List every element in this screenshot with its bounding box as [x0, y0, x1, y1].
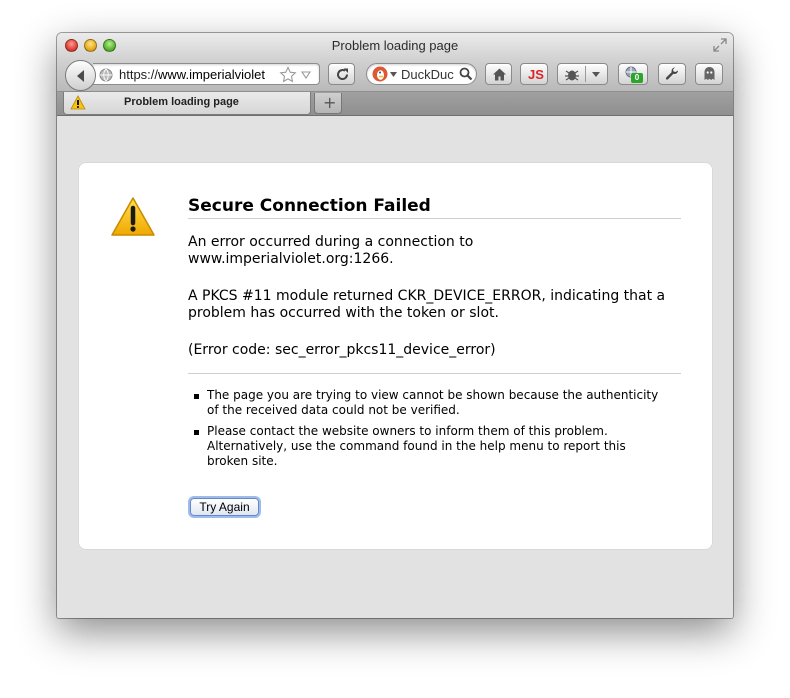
reload-icon: [337, 68, 349, 81]
home-button[interactable]: [485, 63, 512, 85]
divider: [188, 373, 681, 374]
extension-badge: 0: [631, 73, 643, 83]
hint-line: of the received data could not be verifi…: [207, 403, 460, 417]
url-text[interactable]: https://www.imperialviolet: [119, 67, 279, 82]
extension-button[interactable]: 0: [618, 63, 648, 85]
warning-icon: [70, 95, 86, 110]
title-bar: Problem loading page https://www.imperia…: [57, 33, 733, 92]
error-description: An error occurred during a connection to…: [188, 234, 668, 268]
page-content: Secure Connection Failed An error occurr…: [57, 117, 733, 618]
bug-icon: [565, 70, 579, 81]
js-label: JS: [528, 67, 544, 82]
firebug-button[interactable]: [557, 63, 608, 85]
ghostery-button[interactable]: [695, 63, 723, 85]
magnifier-icon[interactable]: [459, 67, 473, 81]
error-detail-line: problem has occurred with the token or s…: [188, 305, 499, 321]
tab-problem-loading[interactable]: Problem loading page: [63, 92, 311, 115]
tab-label: Problem loading page: [124, 96, 239, 108]
noscript-button[interactable]: JS: [520, 63, 548, 85]
duckduckgo-icon[interactable]: [372, 66, 388, 82]
error-hints: The page you are trying to view cannot b…: [188, 388, 668, 475]
wrench-icon: [665, 67, 678, 80]
search-box[interactable]: DuckDuc: [366, 63, 477, 85]
chevron-down-icon[interactable]: [390, 72, 397, 77]
error-description-line: An error occurred during a connection to: [188, 234, 474, 250]
hint-line: broken site.: [207, 454, 278, 468]
search-input[interactable]: DuckDuc: [401, 67, 457, 82]
back-icon: [77, 70, 84, 82]
tab-bar: Problem loading page +: [57, 92, 733, 116]
wrench-button[interactable]: [658, 63, 686, 85]
star-icon[interactable]: [279, 66, 297, 84]
url-bar[interactable]: https://www.imperialviolet: [93, 63, 320, 85]
try-again-button[interactable]: Try Again: [190, 498, 259, 516]
home-icon: [493, 68, 506, 81]
dropmarker-icon[interactable]: [301, 71, 311, 79]
error-title: Secure Connection Failed: [188, 196, 681, 219]
back-button[interactable]: [65, 60, 96, 91]
reload-button[interactable]: [328, 63, 355, 85]
error-detail-line: A PKCS #11 module returned CKR_DEVICE_ER…: [188, 288, 666, 304]
list-item: The page you are trying to view cannot b…: [188, 388, 668, 418]
error-panel: Secure Connection Failed An error occurr…: [78, 162, 713, 550]
ghost-icon: [704, 67, 715, 80]
globe-icon[interactable]: [99, 68, 113, 82]
hint-line: Alternatively, use the command found in …: [207, 439, 626, 453]
error-code: (Error code: sec_error_pkcs11_device_err…: [188, 342, 496, 358]
warning-icon: [111, 197, 155, 236]
error-detail: A PKCS #11 module returned CKR_DEVICE_ER…: [188, 288, 668, 322]
plus-icon: +: [323, 93, 337, 112]
browser-window: Problem loading page https://www.imperia…: [57, 33, 733, 618]
url-scheme: https://: [119, 67, 159, 82]
hint-line: Please contact the website owners to inf…: [207, 424, 608, 438]
error-description-line: www.imperialviolet.org:1266.: [188, 251, 394, 267]
url-host: www.imperialviolet: [158, 67, 265, 82]
new-tab-button[interactable]: +: [314, 93, 342, 114]
window-title: Problem loading page: [331, 38, 459, 53]
hint-line: The page you are trying to view cannot b…: [207, 388, 659, 402]
list-item: Please contact the website owners to inf…: [188, 424, 668, 469]
fullscreen-icon[interactable]: [713, 38, 727, 52]
chevron-down-icon: [592, 72, 600, 77]
